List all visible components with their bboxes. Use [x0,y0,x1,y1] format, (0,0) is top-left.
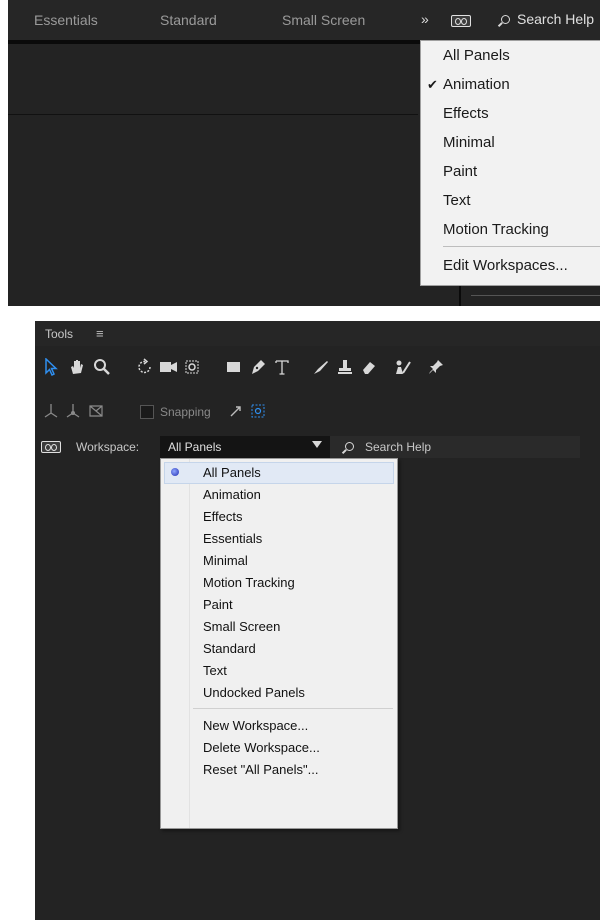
menu-gutter [189,459,190,828]
hand-tool-icon[interactable] [66,356,88,378]
dropdown-item-new-workspace[interactable]: New Workspace... [203,715,308,737]
menu-separator [443,246,600,247]
dropdown-item-reset-workspace[interactable]: Reset "All Panels"... [203,759,318,781]
menu-item-paint[interactable]: Paint [421,157,600,186]
dropdown-item-all-panels[interactable]: All Panels [203,462,261,484]
menu-item-motion-tracking[interactable]: Motion Tracking [421,215,600,244]
snapping-label: Snapping [160,405,211,419]
panel-divider [471,295,600,296]
view-axis-mode-icon[interactable] [85,400,107,422]
workspace-select[interactable]: All Panels [160,436,330,458]
menu-item-animation[interactable]: ✔ Animation [421,70,600,99]
panel-divider [459,285,461,306]
pan-behind-tool-icon[interactable] [181,356,203,378]
dropdown-separator [193,708,393,709]
menu-item-label: Animation [443,76,510,93]
dropdown-item-undocked-panels[interactable]: Undocked Panels [203,682,305,704]
world-axis-mode-icon[interactable] [62,400,84,422]
roto-brush-tool-icon[interactable] [392,356,414,378]
menu-item-effects[interactable]: Effects [421,99,600,128]
menu-item-text[interactable]: Text [421,186,600,215]
workspace-label: Workspace: [76,440,140,454]
dropdown-item-standard[interactable]: Standard [203,638,256,660]
dropdown-arrow-icon [312,441,322,448]
workspace-icon[interactable] [451,15,471,27]
checkmark-icon: ✔ [427,77,438,92]
menu-item-label: Paint [443,163,478,180]
menu-item-edit-workspaces[interactable]: Edit Workspaces... [421,251,600,280]
zoom-tool-icon[interactable] [91,356,113,378]
dropdown-item-animation[interactable]: Animation [203,484,261,506]
search-icon[interactable] [501,15,510,24]
menu-item-label: Effects [443,105,489,122]
workspace-bar: Essentials Standard Small Screen » Searc… [8,0,600,40]
panel-seam [8,114,418,115]
search-help-field[interactable]: Search Help [330,436,580,458]
workspace-icon [41,441,61,453]
menu-item-label: Text [443,192,471,209]
eraser-tool-icon[interactable] [358,356,380,378]
workspace-tab-standard[interactable]: Standard [160,12,217,28]
local-axis-mode-icon[interactable] [40,400,62,422]
tools-panel-header: Tools ≡ [35,321,600,346]
dropdown-item-text[interactable]: Text [203,660,227,682]
dropdown-item-motion-tracking[interactable]: Motion Tracking [203,572,295,594]
search-icon [345,442,354,451]
dropdown-item-delete-workspace[interactable]: Delete Workspace... [203,737,320,759]
rotation-tool-icon[interactable] [134,356,156,378]
rectangle-tool-icon[interactable] [223,356,245,378]
tools-panel: Tools ≡ Snapping Workspace: All Panels S… [35,321,600,920]
radio-selected-icon [171,468,179,476]
pen-tool-icon[interactable] [247,356,269,378]
workspace-tab-essentials[interactable]: Essentials [34,12,98,28]
overflow-chevron-icon[interactable]: » [421,11,429,27]
dropdown-item-essentials[interactable]: Essentials [203,528,262,550]
menu-item-label: All Panels [443,47,510,64]
menu-item-label: Motion Tracking [443,221,549,238]
workspace-overflow-menu: All Panels ✔ Animation Effects Minimal P… [420,40,600,286]
search-help-label: Search Help [365,440,432,454]
brush-tool-icon[interactable] [310,356,332,378]
dropdown-item-small-screen[interactable]: Small Screen [203,616,280,638]
search-help-input[interactable]: Search Help [517,11,594,27]
snapping-checkbox[interactable] [140,405,154,419]
top-workspace-panel: Essentials Standard Small Screen » Searc… [8,0,600,306]
menu-item-label: Minimal [443,134,495,151]
dropdown-item-minimal[interactable]: Minimal [203,550,248,572]
panel-menu-icon[interactable]: ≡ [96,326,104,341]
snap-edges-icon[interactable] [225,400,247,422]
dropdown-item-effects[interactable]: Effects [203,506,243,528]
workspace-tab-small-screen[interactable]: Small Screen [282,12,365,28]
workspace-row: Workspace: All Panels Search Help [35,436,600,458]
menu-item-all-panels[interactable]: All Panels [421,41,600,70]
workspace-select-value: All Panels [168,440,222,454]
workspace-dropdown-list: All Panels Animation Effects Essentials … [160,458,398,829]
snap-features-icon[interactable] [247,400,269,422]
menu-item-label: Edit Workspaces... [443,257,568,274]
panel-title: Tools [45,327,74,341]
puppet-pin-tool-icon[interactable] [425,356,447,378]
camera-tool-icon[interactable] [158,356,180,378]
clone-stamp-tool-icon[interactable] [334,356,356,378]
menu-item-minimal[interactable]: Minimal [421,128,600,157]
selected-item-highlight [164,462,394,484]
type-tool-icon[interactable] [271,356,293,378]
dropdown-item-paint[interactable]: Paint [203,594,233,616]
selection-tool-icon[interactable] [40,356,62,378]
